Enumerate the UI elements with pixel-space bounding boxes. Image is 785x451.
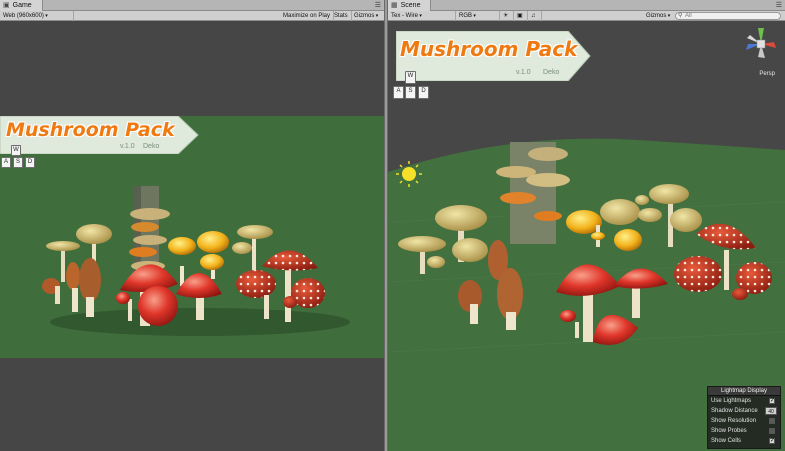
key-a: A [1, 157, 11, 168]
scene-wasd-keys: W A S D [392, 71, 432, 101]
key-w: W [11, 145, 21, 156]
scene-key-a: A [393, 86, 404, 99]
tab-game-label: Game [12, 2, 32, 9]
game-wasd-keys: W A S D [1, 145, 39, 169]
scene-banner-version: v.1.0 [516, 69, 531, 76]
use-lightmaps-checkbox[interactable]: ✓ [769, 398, 775, 404]
maximize-on-play-toggle[interactable]: Maximize on Play [280, 11, 335, 21]
scene-search-input[interactable]: ⚲ All [675, 12, 781, 20]
orientation-gizmo[interactable] [743, 24, 779, 64]
show-probes-label: Show Probes [711, 428, 747, 434]
tab-scene[interactable]: ▦ Scene [388, 0, 432, 11]
show-cells-row: Show Cells ✓ [708, 436, 780, 446]
use-lightmaps-row: Use Lightmaps ✓ [708, 396, 780, 406]
projection-label[interactable]: Persp [759, 71, 775, 77]
scene-banner-author: Deko [543, 69, 560, 76]
scene-search-placeholder: All [685, 13, 692, 19]
game-view-panel: ▣ Game ☰ Web (960x600) Maximize on Play … [0, 0, 384, 451]
show-cells-checkbox[interactable]: ✓ [769, 438, 775, 444]
scene-gizmos-dropdown[interactable]: Gizmos [643, 11, 673, 21]
scene-key-d: D [418, 86, 429, 99]
stats-toggle[interactable]: Stats [331, 11, 352, 21]
show-resolution-checkbox[interactable] [769, 418, 775, 424]
shadow-distance-label: Shadow Distance [711, 408, 758, 414]
show-cells-label: Show Cells [711, 438, 742, 444]
shadow-distance-row: Shadow Distance 40 [708, 406, 780, 416]
show-resolution-label: Show Resolution [711, 418, 757, 424]
scene-key-s: S [405, 86, 416, 99]
scene-view-panel: ▦ Scene ☰ Tex - Wire RGB ☀ ▣ ♫ Gizmos ⚲ … [388, 0, 785, 451]
game-banner-version: v.1.0 [120, 143, 135, 150]
game-gizmos-dropdown[interactable]: Gizmos [351, 11, 381, 21]
key-s: S [13, 157, 23, 168]
use-lightmaps-label: Use Lightmaps [711, 398, 752, 404]
scene-key-w: W [405, 71, 416, 84]
show-probes-checkbox[interactable] [769, 428, 775, 434]
scene-tab-strip: ▦ Scene ☰ [388, 0, 785, 11]
scene-grid-icon: ▦ [391, 2, 398, 9]
key-d: D [25, 157, 35, 168]
shading-mode-dropdown[interactable]: Tex - Wire [388, 11, 456, 21]
lightmap-panel-title: Lightmap Display [708, 387, 780, 396]
tab-game[interactable]: ▣ Game [0, 0, 43, 11]
scene-toolbar: Tex - Wire RGB ☀ ▣ ♫ Gizmos ⚲ All [388, 11, 785, 21]
game-controller-icon: ▣ [3, 2, 10, 9]
game-tab-strip: ▣ Game ☰ [0, 0, 384, 11]
render-mode-dropdown[interactable]: RGB [456, 11, 500, 21]
scene-banner-title: Mushroom Pack [400, 37, 578, 61]
lighting-toggle-icon[interactable]: ☀ [500, 11, 514, 21]
scene-tab-menu-icon[interactable]: ☰ [776, 0, 782, 11]
shadow-distance-field[interactable]: 40 [765, 407, 777, 415]
show-probes-row: Show Probes [708, 426, 780, 436]
audio-toggle-icon[interactable]: ♫ [528, 11, 542, 21]
tab-scene-label: Scene [400, 2, 421, 9]
lightmap-display-panel: Lightmap Display Use Lightmaps ✓ Shadow … [707, 386, 781, 449]
game-toolbar: Web (960x600) Maximize on Play Stats Giz… [0, 11, 384, 21]
search-icon: ⚲ [678, 13, 683, 19]
game-banner-author: Deko [143, 143, 160, 150]
effects-toggle-icon[interactable]: ▣ [514, 11, 528, 21]
unity-editor: ▣ Game ☰ Web (960x600) Maximize on Play … [0, 0, 785, 451]
show-resolution-row: Show Resolution [708, 416, 780, 426]
game-banner-title: Mushroom Pack [6, 119, 175, 141]
resolution-dropdown[interactable]: Web (960x600) [0, 11, 74, 21]
game-render-viewport[interactable] [0, 22, 384, 451]
tab-menu-icon[interactable]: ☰ [375, 0, 381, 11]
